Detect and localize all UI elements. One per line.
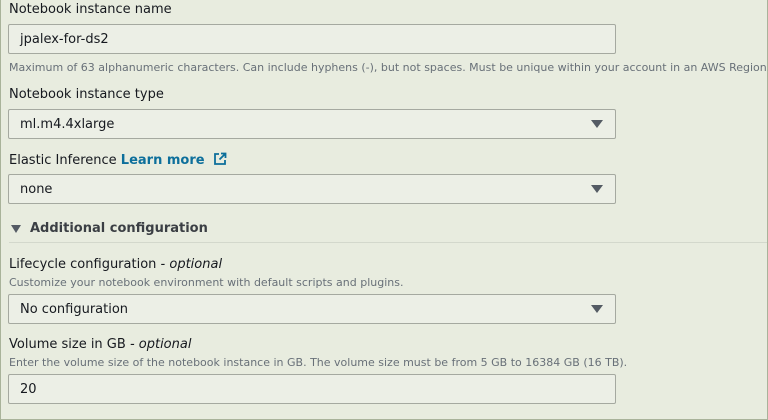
caret-down-icon: [591, 305, 603, 313]
lifecycle-select[interactable]: No configuration: [8, 294, 616, 324]
lifecycle-optional: - optional: [160, 257, 223, 272]
lifecycle-label-row: Lifecycle configuration - optional: [9, 257, 222, 272]
instance-type-select[interactable]: ml.m4.4xlarge: [8, 109, 616, 139]
caret-down-icon: [591, 185, 603, 193]
volume-size-input[interactable]: 20: [8, 374, 616, 404]
instance-type-value: ml.m4.4xlarge: [20, 116, 115, 132]
volume-label: Volume size in GB: [9, 337, 126, 352]
notebook-name-hint: Maximum of 63 alphanumeric characters. C…: [9, 61, 768, 74]
external-link-icon: [214, 152, 227, 165]
additional-configuration-label: Additional configuration: [30, 221, 208, 236]
caret-down-icon: [591, 120, 603, 128]
notebook-name-value: jpalex-for-ds2: [20, 31, 109, 47]
learn-more-text: Learn more: [120, 153, 205, 168]
learn-more-link[interactable]: Learn more: [120, 152, 227, 168]
form-panel: Notebook instance name jpalex-for-ds2 Ma…: [0, 0, 768, 420]
lifecycle-value: No configuration: [20, 301, 129, 317]
volume-label-row: Volume size in GB - optional: [9, 337, 191, 352]
additional-configuration-toggle[interactable]: Additional configuration: [11, 221, 208, 236]
elastic-inference-label: Elastic Inference: [9, 153, 117, 168]
lifecycle-hint: Customize your notebook environment with…: [9, 276, 404, 289]
volume-size-value: 20: [20, 381, 37, 397]
section-divider: [9, 242, 767, 243]
instance-type-label: Notebook instance type: [9, 87, 164, 102]
volume-optional: - optional: [129, 337, 192, 352]
notebook-name-input[interactable]: jpalex-for-ds2: [8, 24, 616, 54]
triangle-down-icon: [11, 224, 21, 233]
lifecycle-label: Lifecycle configuration: [9, 257, 157, 272]
elastic-inference-select[interactable]: none: [8, 174, 616, 204]
elastic-inference-label-row: Elastic Inference Learn more: [9, 152, 227, 168]
notebook-name-label: Notebook instance name: [9, 2, 172, 17]
elastic-inference-value: none: [20, 181, 53, 197]
volume-hint: Enter the volume size of the notebook in…: [9, 356, 628, 369]
